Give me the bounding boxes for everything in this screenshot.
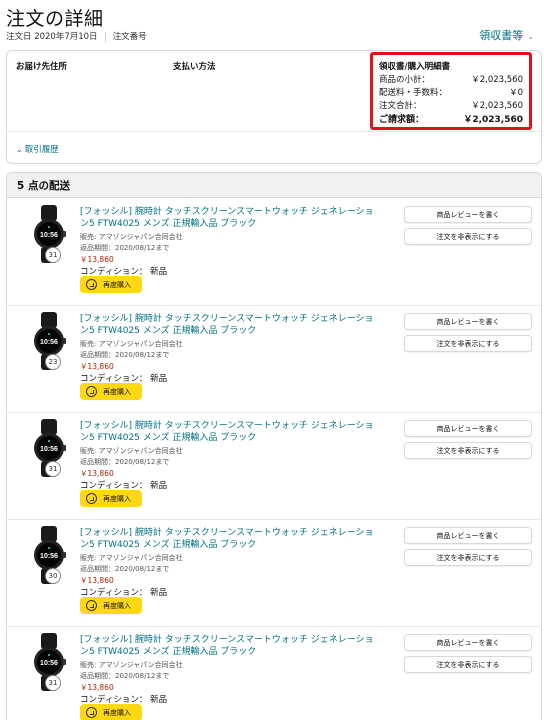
archive-order-button[interactable]: 注文を非表示にする — [404, 442, 532, 459]
return-window-text: 返品期間：2020/08/12まで — [80, 458, 170, 466]
archive-order-button[interactable]: 注文を非表示にする — [404, 656, 532, 673]
order-item: 10:56 30 [フォッシル] 腕時計 タッチスクリーンスマートウォッチ ジェ… — [7, 520, 541, 627]
page-title: 注文の詳細 — [6, 8, 104, 30]
return-window-text: 返品期間：2020/08/12まで — [80, 244, 170, 252]
archive-order-button[interactable]: 注文を非表示にする — [404, 549, 532, 566]
buy-again-label: 再度購入 — [103, 280, 131, 289]
subtotal-value: ￥2,023,560 — [471, 75, 523, 85]
buy-again-button[interactable]: 再度購入 — [80, 597, 142, 614]
buy-again-button[interactable]: 再度購入 — [80, 704, 142, 720]
order-total-row: 注文合計： ￥2,023,560 — [379, 99, 523, 111]
buy-again-icon — [86, 707, 97, 718]
subtotal-label: 商品の小計： — [379, 75, 431, 85]
transaction-history-toggle[interactable]: ⌄ 取引履歴 — [16, 143, 59, 155]
shipping-address-label: お届け先住所 — [16, 62, 68, 72]
grand-total-label: ご請求額： — [379, 115, 425, 125]
svg-text:10:56: 10:56 — [40, 232, 58, 239]
order-meta: 注文日 2020年7月10日 注文番号 — [6, 30, 147, 42]
divider — [7, 131, 541, 132]
chevron-down-icon: ⌄ — [527, 32, 534, 41]
history-toggle-label: 取引履歴 — [24, 145, 59, 155]
item-price: ￥13,860 — [80, 576, 114, 585]
product-title-link[interactable]: [フォッシル] 腕時計 タッチスクリーンスマートウォッチ ジェネレーション5 F… — [80, 206, 380, 230]
shipping-fee-label: 配送料・手数料： — [379, 88, 448, 98]
totals-title: 領収書/購入明細書 — [379, 62, 451, 72]
subtotal-row: 商品の小計： ￥2,023,560 — [379, 73, 523, 85]
grand-total-value: ￥2,023,560 — [463, 115, 523, 125]
product-title-link[interactable]: [フォッシル] 腕時計 タッチスクリーンスマートウォッチ ジェネレーション5 F… — [80, 420, 380, 444]
order-number: 注文番号 — [112, 32, 147, 42]
product-title-link[interactable]: [フォッシル] 腕時計 タッチスクリーンスマートウォッチ ジェネレーション5 F… — [80, 527, 380, 551]
archive-order-button[interactable]: 注文を非表示にする — [404, 228, 532, 245]
return-window-text: 返品期間：2020/08/12まで — [80, 351, 170, 359]
buy-again-label: 再度購入 — [103, 601, 131, 610]
seller-text: 販売: アマゾンジャパン合同会社 — [80, 447, 183, 455]
quantity-badge: 30 — [45, 568, 61, 584]
shipment-header: 5 点の配送 — [7, 173, 541, 198]
order-item: 10:56 31 [フォッシル] 腕時計 タッチスクリーンスマートウォッチ ジェ… — [7, 199, 541, 306]
buy-again-button[interactable]: 再度購入 — [80, 276, 142, 293]
buy-again-button[interactable]: 再度購入 — [80, 490, 142, 507]
buy-again-icon — [86, 600, 97, 611]
buy-again-button[interactable]: 再度購入 — [80, 383, 142, 400]
seller-text: 販売: アマゾンジャパン合同会社 — [80, 340, 183, 348]
seller-text: 販売: アマゾンジャパン合同会社 — [80, 661, 183, 669]
quantity-badge: 31 — [45, 247, 61, 263]
quantity-badge: 31 — [45, 675, 61, 691]
shipping-fee-row: 配送料・手数料： ￥0 — [379, 86, 523, 98]
item-price: ￥13,860 — [80, 469, 114, 478]
order-date: 注文日 2020年7月10日 — [6, 32, 98, 42]
write-review-button[interactable]: 商品レビューを書く — [404, 634, 532, 651]
item-price: ￥13,860 — [80, 362, 114, 371]
item-price: ￥13,860 — [80, 255, 114, 264]
item-price: ￥13,860 — [80, 683, 114, 692]
quantity-badge: 31 — [45, 461, 61, 477]
svg-text:10:56: 10:56 — [40, 553, 58, 560]
seller-text: 販売: アマゾンジャパン合同会社 — [80, 233, 183, 241]
write-review-button[interactable]: 商品レビューを書く — [404, 420, 532, 437]
chevron-down-icon: ⌄ — [16, 145, 23, 154]
shipping-fee-value: ￥0 — [509, 88, 523, 98]
return-window-text: 返品期間：2020/08/12まで — [80, 565, 170, 573]
order-item: 10:56 23 [フォッシル] 腕時計 タッチスクリーンスマートウォッチ ジェ… — [7, 306, 541, 413]
buy-again-label: 再度購入 — [103, 494, 131, 503]
buy-again-label: 再度購入 — [103, 387, 131, 396]
write-review-button[interactable]: 商品レビューを書く — [404, 527, 532, 544]
shipment-box: 5 点の配送 10:56 31 [フォッシル] 腕時計 タッチスクリーンスマート… — [6, 172, 542, 720]
payment-method-label: 支払い方法 — [173, 62, 216, 72]
receipt-link-label: 領収書等 — [479, 29, 524, 42]
order-total-value: ￥2,023,560 — [471, 101, 523, 111]
buy-again-icon — [86, 386, 97, 397]
write-review-button[interactable]: 商品レビューを書く — [404, 313, 532, 330]
receipt-dropdown[interactable]: 領収書等 ⌄ — [479, 27, 534, 43]
buy-again-icon — [86, 279, 97, 290]
svg-text:10:56: 10:56 — [40, 339, 58, 346]
archive-order-button[interactable]: 注文を非表示にする — [404, 335, 532, 352]
divider — [104, 31, 106, 42]
quantity-badge: 23 — [45, 354, 61, 370]
buy-again-label: 再度購入 — [103, 708, 131, 717]
product-title-link[interactable]: [フォッシル] 腕時計 タッチスクリーンスマートウォッチ ジェネレーション5 F… — [80, 634, 380, 658]
svg-text:10:56: 10:56 — [40, 446, 58, 453]
order-item: 10:56 31 [フォッシル] 腕時計 タッチスクリーンスマートウォッチ ジェ… — [7, 413, 541, 520]
write-review-button[interactable]: 商品レビューを書く — [404, 206, 532, 223]
receipt-totals-highlight: 領収書/購入明細書 商品の小計： ￥2,023,560 配送料・手数料： ￥0 … — [370, 52, 532, 130]
seller-text: 販売: アマゾンジャパン合同会社 — [80, 554, 183, 562]
order-item: 10:56 31 [フォッシル] 腕時計 タッチスクリーンスマートウォッチ ジェ… — [7, 627, 541, 720]
product-title-link[interactable]: [フォッシル] 腕時計 タッチスクリーンスマートウォッチ ジェネレーション5 F… — [80, 313, 380, 337]
order-total-label: 注文合計： — [379, 101, 422, 111]
svg-text:10:56: 10:56 — [40, 660, 58, 667]
buy-again-icon — [86, 493, 97, 504]
return-window-text: 返品期間：2020/08/12まで — [80, 672, 170, 680]
grand-total-row: ご請求額： ￥2,023,560 — [379, 112, 523, 125]
